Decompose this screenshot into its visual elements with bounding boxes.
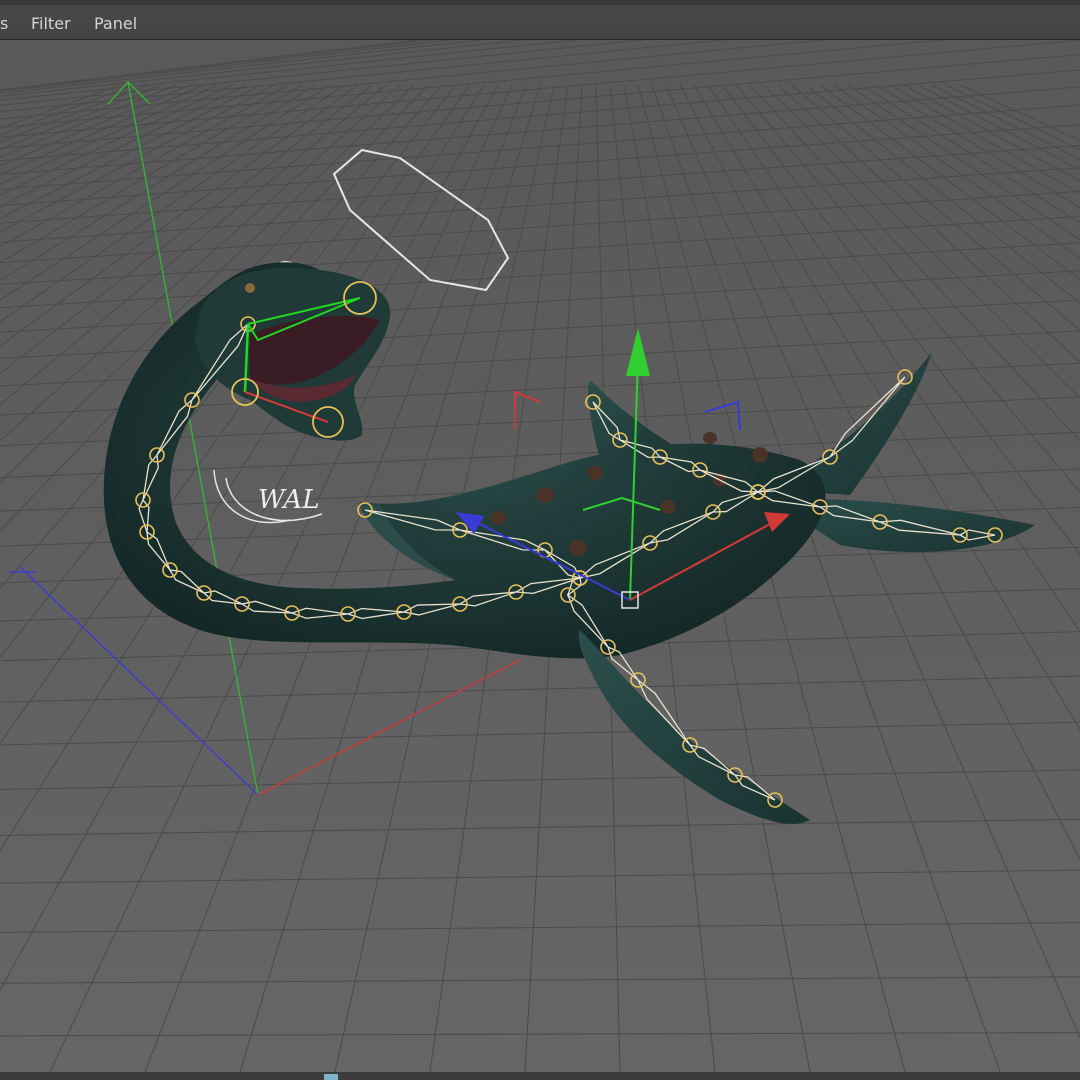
creature-eye bbox=[245, 283, 255, 293]
menu-bar: s Filter Panel bbox=[0, 0, 1080, 40]
grid-line bbox=[0, 124, 1080, 207]
grid-line bbox=[0, 242, 1080, 309]
app-window: s Filter Panel WAL bbox=[0, 0, 1080, 1080]
grid-line bbox=[0, 675, 1080, 703]
menu-item-partial[interactable]: s bbox=[0, 14, 8, 33]
grid-line bbox=[0, 976, 1080, 984]
grid-line bbox=[0, 40, 421, 91]
grid-line bbox=[0, 869, 1080, 884]
viewport-canvas[interactable]: WAL bbox=[0, 40, 1080, 1072]
grid-line bbox=[0, 1032, 1080, 1037]
grid-line bbox=[0, 769, 1080, 790]
annotation-scribble: WAL bbox=[213, 469, 323, 524]
grid-line bbox=[0, 84, 499, 992]
3d-viewport[interactable]: WAL bbox=[0, 40, 1080, 1072]
grid-line bbox=[0, 167, 1080, 243]
grid-line bbox=[0, 144, 1080, 224]
grid-line bbox=[0, 721, 1080, 746]
window-top-edge bbox=[0, 0, 1080, 5]
grid-line bbox=[0, 84, 135, 136]
menu-item-panel[interactable]: Panel bbox=[94, 14, 137, 33]
menu-item-filter[interactable]: Filter bbox=[31, 14, 71, 33]
annotation-label: WAL bbox=[258, 485, 319, 515]
grid-line bbox=[0, 40, 829, 120]
grid-line bbox=[0, 270, 1080, 333]
grid-line bbox=[0, 922, 1080, 933]
rig-controller-icon[interactable] bbox=[332, 148, 510, 292]
status-indicator bbox=[324, 1074, 338, 1080]
grid-line bbox=[0, 86, 1080, 175]
grid-line bbox=[0, 40, 435, 91]
grid-line bbox=[0, 84, 485, 852]
status-bar bbox=[0, 1072, 1080, 1080]
